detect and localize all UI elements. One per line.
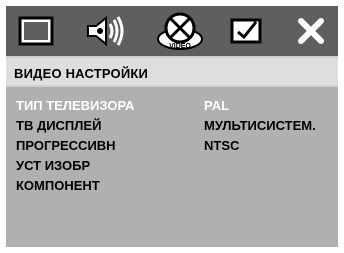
setup-menu: VIDEO ВИДЕО НАСТРОЙКИ ТИП ТЕЛЕВИЗОРА ТВ … <box>6 6 338 247</box>
setting-picture[interactable]: УСТ ИЗОБР <box>16 156 90 176</box>
option-pal[interactable]: PAL <box>204 96 229 116</box>
screen-icon <box>18 16 54 46</box>
close-icon <box>298 18 324 44</box>
tab-preferences[interactable] <box>218 6 282 56</box>
setting-progressive[interactable]: ПРОГРЕССИВН <box>16 136 116 156</box>
option-ntsc[interactable]: NTSC <box>204 136 239 156</box>
video-reel-label: VIDEO <box>169 43 191 50</box>
preferences-check-icon <box>230 18 262 44</box>
tab-general-setup[interactable] <box>10 6 74 56</box>
icon-bar: VIDEO <box>6 6 338 56</box>
tab-audio-setup[interactable] <box>76 6 140 56</box>
setting-tv-type[interactable]: ТИП ТЕЛЕВИЗОРА <box>16 96 134 116</box>
page-title: ВИДЕО НАСТРОЙКИ <box>14 66 149 81</box>
setting-tv-display[interactable]: ТВ ДИСПЛЕЙ <box>16 116 101 136</box>
video-reel-icon: VIDEO <box>157 12 203 50</box>
setting-component[interactable]: КОМПОНЕНТ <box>16 176 100 196</box>
section-header: ВИДЕО НАСТРОЙКИ <box>6 56 338 87</box>
tab-video-setup[interactable]: VIDEO <box>148 6 212 56</box>
speaker-sound-icon <box>87 15 124 47</box>
tab-exit[interactable] <box>286 6 344 56</box>
option-multisystem[interactable]: МУЛЬТИСИСТЕМ. <box>204 116 316 136</box>
